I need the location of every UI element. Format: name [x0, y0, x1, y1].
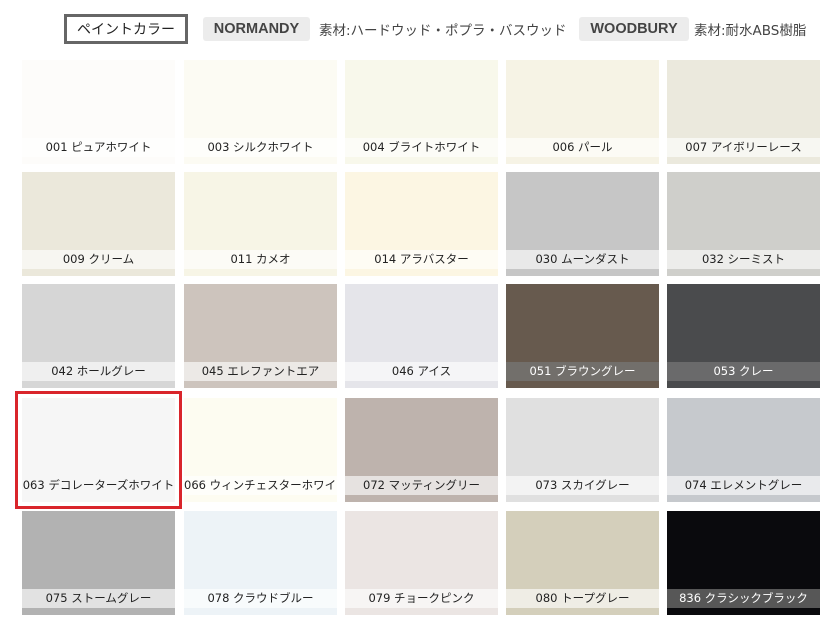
swatch-label: 003 シルクホワイト: [184, 138, 337, 157]
color-swatch-grid: 001 ピュアホワイト 003 シルクホワイト 004 ブライトホワイト 006…: [15, 60, 831, 621]
swatch-label: 001 ピュアホワイト: [22, 138, 175, 157]
swatch-label: 009 クリーム: [22, 250, 175, 269]
swatch-label: 053 クレー: [667, 362, 820, 381]
swatch-066[interactable]: 066 ウィンチェスターホワイト: [184, 398, 337, 502]
swatch-836[interactable]: 836 クラシックブラック: [667, 511, 820, 615]
swatch-001[interactable]: 001 ピュアホワイト: [22, 60, 175, 164]
swatch-label: 072 マッティングリー: [345, 476, 498, 495]
swatch-075[interactable]: 075 ストームグレー: [22, 511, 175, 615]
normandy-tag[interactable]: NORMANDY: [203, 17, 310, 41]
woodbury-material-text: 素材:耐水ABS樹脂: [694, 23, 807, 39]
swatch-079[interactable]: 079 チョークピンク: [345, 511, 498, 615]
swatch-009[interactable]: 009 クリーム: [22, 172, 175, 276]
swatch-label: 007 アイボリーレース: [667, 138, 820, 157]
swatch-label: 030 ムーンダスト: [506, 250, 659, 269]
swatch-label: 032 シーミスト: [667, 250, 820, 269]
swatch-label: 004 ブライトホワイト: [345, 138, 498, 157]
swatch-078[interactable]: 078 クラウドブルー: [184, 511, 337, 615]
swatch-label: 011 カメオ: [184, 250, 337, 269]
swatch-label: 014 アラバスター: [345, 250, 498, 269]
swatch-053[interactable]: 053 クレー: [667, 284, 820, 388]
swatch-label: 006 パール: [506, 138, 659, 157]
swatch-051[interactable]: 051 ブラウングレー: [506, 284, 659, 388]
swatch-042[interactable]: 042 ホールグレー: [22, 284, 175, 388]
swatch-006[interactable]: 006 パール: [506, 60, 659, 164]
swatch-074[interactable]: 074 エレメントグレー: [667, 398, 820, 502]
swatch-063-selected[interactable]: 063 デコレーターズホワイト: [15, 391, 182, 509]
swatch-label: 046 アイス: [345, 362, 498, 381]
swatch-011[interactable]: 011 カメオ: [184, 172, 337, 276]
swatch-label: 075 ストームグレー: [22, 589, 175, 608]
woodbury-tag[interactable]: WOODBURY: [579, 17, 689, 41]
swatch-label: 063 デコレーターズホワイト: [22, 478, 175, 492]
swatch-label: 079 チョークピンク: [345, 589, 498, 608]
swatch-003[interactable]: 003 シルクホワイト: [184, 60, 337, 164]
swatch-007[interactable]: 007 アイボリーレース: [667, 60, 820, 164]
swatch-073[interactable]: 073 スカイグレー: [506, 398, 659, 502]
color-header: ペイントカラー NORMANDY 素材:ハードウッド・ポプラ・バスウッド WOO…: [0, 14, 831, 44]
swatch-080[interactable]: 080 トープグレー: [506, 511, 659, 615]
swatch-label: 078 クラウドブルー: [184, 589, 337, 608]
swatch-045[interactable]: 045 エレファントエア: [184, 284, 337, 388]
swatch-014[interactable]: 014 アラバスター: [345, 172, 498, 276]
swatch-label: 836 クラシックブラック: [667, 589, 820, 608]
swatch-label: 045 エレファントエア: [184, 362, 337, 381]
swatch-label: 066 ウィンチェスターホワイト: [184, 476, 337, 495]
swatch-030[interactable]: 030 ムーンダスト: [506, 172, 659, 276]
swatch-label: 074 エレメントグレー: [667, 476, 820, 495]
swatch-072[interactable]: 072 マッティングリー: [345, 398, 498, 502]
swatch-label: 042 ホールグレー: [22, 362, 175, 381]
normandy-material-text: 素材:ハードウッド・ポプラ・バスウッド: [319, 23, 567, 39]
swatch-label: 051 ブラウングレー: [506, 362, 659, 381]
swatch-label: 080 トープグレー: [506, 589, 659, 608]
swatch-046[interactable]: 046 アイス: [345, 284, 498, 388]
swatch-004[interactable]: 004 ブライトホワイト: [345, 60, 498, 164]
swatch-032[interactable]: 032 シーミスト: [667, 172, 820, 276]
paint-color-tab[interactable]: ペイントカラー: [64, 14, 188, 44]
swatch-label: 073 スカイグレー: [506, 476, 659, 495]
